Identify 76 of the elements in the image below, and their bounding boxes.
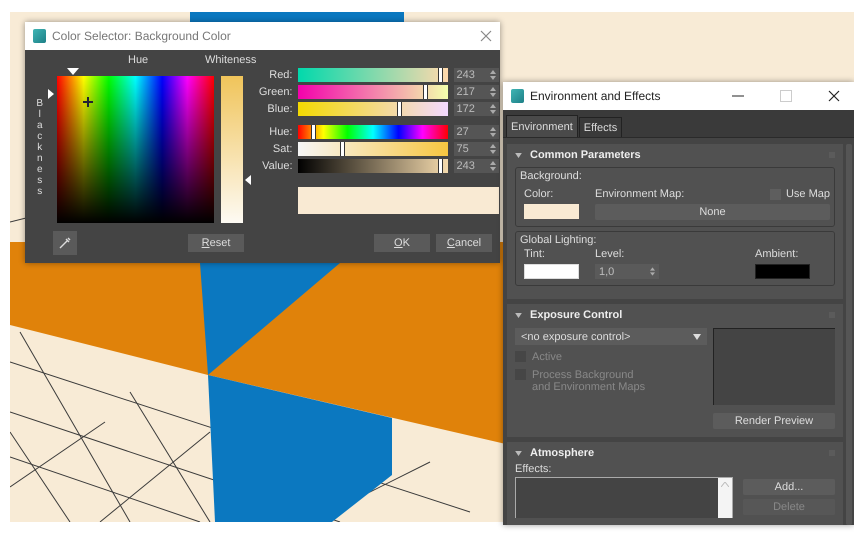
hue-heading: Hue bbox=[128, 54, 148, 66]
group-label: Global Lighting: bbox=[520, 234, 598, 246]
app-icon bbox=[511, 89, 524, 103]
scroll-up-icon[interactable] bbox=[721, 482, 729, 487]
color-slider[interactable] bbox=[298, 68, 448, 82]
ok-button[interactable]: OK bbox=[374, 234, 430, 252]
eyedropper-button[interactable] bbox=[53, 231, 77, 255]
window-title: Color Selector: Background Color bbox=[52, 29, 231, 43]
effects-label: Effects: bbox=[515, 463, 552, 475]
map-button[interactable]: None bbox=[595, 204, 830, 220]
slider-label: Sat: bbox=[272, 143, 292, 155]
color-slider[interactable] bbox=[298, 142, 448, 156]
ambient-label: Ambient: bbox=[755, 248, 800, 260]
color-slider[interactable] bbox=[298, 102, 448, 116]
scrollbar[interactable] bbox=[718, 478, 732, 518]
value-spinner[interactable]: 243 bbox=[454, 68, 498, 82]
color-slider[interactable] bbox=[298, 125, 448, 139]
value-spinner[interactable]: 75 bbox=[454, 142, 498, 156]
dropdown-arrow-icon[interactable] bbox=[693, 334, 701, 340]
value-spinner[interactable]: 243 bbox=[454, 159, 498, 173]
slider-label: Blue: bbox=[266, 103, 292, 115]
level-label: Level: bbox=[595, 248, 626, 260]
value-spinner[interactable]: 27 bbox=[454, 125, 498, 139]
rollout-title[interactable]: Atmosphere bbox=[530, 447, 594, 459]
value-spinner[interactable]: 172 bbox=[454, 102, 498, 116]
close-icon[interactable] bbox=[828, 90, 840, 102]
reset-button[interactable]: Reset bbox=[188, 234, 244, 252]
value-spinner[interactable]: 217 bbox=[454, 85, 498, 99]
spinner-arrows-icon[interactable] bbox=[490, 127, 496, 137]
exposure-dropdown[interactable]: <no exposure control> bbox=[515, 328, 707, 345]
level-spinner[interactable]: 1,0 bbox=[595, 264, 659, 279]
slider-label: Hue: bbox=[268, 126, 292, 138]
spinner-arrows-icon[interactable] bbox=[490, 70, 496, 80]
map-label: Environment Map: bbox=[595, 188, 684, 200]
tint-label: Tint: bbox=[524, 248, 546, 260]
effects-list[interactable] bbox=[515, 477, 733, 518]
pointer-icon[interactable] bbox=[48, 88, 54, 99]
cancel-button[interactable]: Cancel bbox=[436, 234, 492, 252]
collapse-icon[interactable] bbox=[515, 450, 522, 456]
spinner-arrows-icon[interactable] bbox=[650, 267, 655, 276]
whiteness-bar[interactable] bbox=[220, 76, 242, 223]
group-label: Background: bbox=[520, 170, 583, 182]
collapse-icon[interactable] bbox=[515, 152, 522, 158]
add-button[interactable]: Add... bbox=[743, 479, 835, 495]
grip-icon[interactable] bbox=[829, 450, 835, 456]
grip-icon[interactable] bbox=[829, 312, 835, 318]
grip-icon[interactable] bbox=[829, 152, 835, 158]
render-preview-button[interactable]: Render Preview bbox=[713, 413, 835, 429]
collapse-icon[interactable] bbox=[515, 312, 522, 318]
rollout-title[interactable]: Common Parameters bbox=[530, 149, 641, 161]
slider-label: Green: bbox=[258, 86, 292, 98]
color-swatch[interactable] bbox=[524, 204, 579, 219]
scrollbar[interactable] bbox=[846, 144, 852, 525]
app-icon bbox=[33, 29, 46, 43]
color-gradient[interactable] bbox=[56, 76, 214, 223]
checkbox-label[interactable]: Use Map bbox=[786, 188, 830, 200]
spinner-arrows-icon[interactable] bbox=[490, 144, 496, 154]
crosshair-icon bbox=[83, 96, 94, 107]
tab[interactable]: Environment bbox=[506, 115, 578, 137]
whiteness-heading: Whiteness bbox=[205, 54, 256, 66]
tab[interactable]: Effects bbox=[578, 117, 622, 137]
eyedropper-icon[interactable] bbox=[58, 236, 72, 250]
color-swatch[interactable] bbox=[755, 264, 810, 279]
color-slider[interactable] bbox=[298, 159, 448, 173]
slider-label: Value: bbox=[261, 160, 292, 172]
spinner-arrows-icon[interactable] bbox=[490, 104, 496, 114]
spinner-arrows-icon[interactable] bbox=[490, 161, 496, 171]
window-title: Environment and Effects bbox=[530, 89, 661, 103]
spinner-arrows-icon[interactable] bbox=[490, 87, 496, 97]
color-slider[interactable] bbox=[298, 85, 448, 99]
pointer-icon[interactable] bbox=[244, 174, 250, 185]
blackness-heading: Blackness bbox=[36, 98, 44, 199]
color-label: Color: bbox=[524, 188, 554, 200]
slider-label: Red: bbox=[268, 69, 292, 81]
rollout-title[interactable]: Exposure Control bbox=[530, 309, 622, 321]
pointer-icon[interactable] bbox=[67, 68, 80, 75]
